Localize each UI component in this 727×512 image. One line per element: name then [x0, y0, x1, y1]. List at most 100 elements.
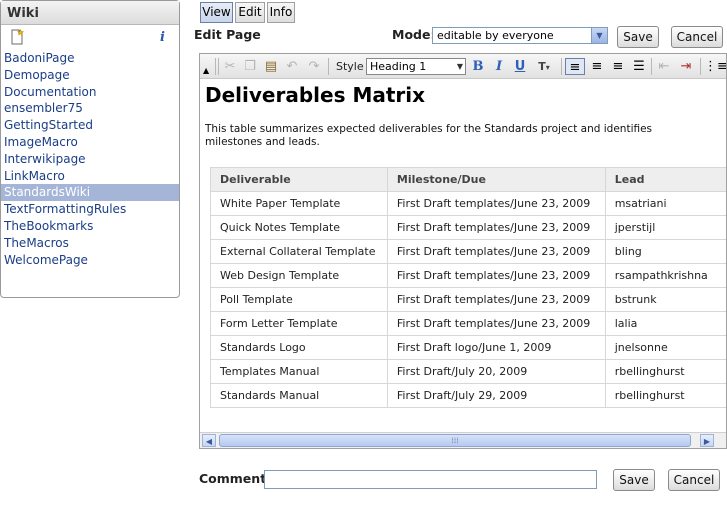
deliverables-table: Deliverable Milestone/Due Lead White Pap… — [210, 167, 726, 408]
table-cell: rsampathkrishna — [604, 263, 726, 288]
scrollbar-thumb[interactable]: ⁞⁞⁞ — [219, 434, 691, 447]
table-cell: First Draft templates/June 23, 2009 — [386, 191, 606, 216]
copy-icon[interactable]: ❐ — [242, 58, 258, 75]
align-left-icon[interactable]: ≡ — [565, 58, 585, 75]
wiki-sidebar: Wiki i BadoniPage Demopage Documentation en… — [0, 0, 180, 298]
sidebar-item-interwikipage[interactable]: Interwikipage — [1, 151, 179, 168]
style-selected-value: Heading 1 — [370, 60, 427, 73]
table-cell: White Paper Template — [210, 191, 388, 216]
document-intro: This table summarizes expected deliverab… — [205, 123, 653, 148]
table-cell: External Collateral Template — [210, 239, 388, 264]
table-header: Lead — [604, 167, 726, 192]
bold-icon[interactable]: B — [470, 58, 486, 75]
comment-input[interactable] — [264, 470, 597, 489]
table-cell: First Draft templates/June 23, 2009 — [386, 311, 606, 336]
list-icon[interactable]: ⋮≡ — [704, 58, 726, 75]
table-cell: Templates Manual — [210, 359, 388, 384]
sidebar-tools: i — [1, 25, 179, 47]
tab-edit[interactable]: Edit — [235, 2, 265, 23]
table-cell: lalia — [604, 311, 726, 336]
table-row: Standards Manual First Draft/July 29, 200… — [210, 383, 726, 408]
table-cell: First Draft/July 20, 2009 — [386, 359, 606, 384]
cancel-button[interactable]: Cancel — [668, 469, 720, 491]
tab-view[interactable]: View — [200, 2, 233, 23]
underline-icon[interactable]: U — [512, 58, 528, 75]
table-header: Milestone/Due — [386, 167, 606, 192]
table-row: Quick Notes Template First Draft template… — [210, 215, 726, 240]
table-cell: Standards Manual — [210, 383, 388, 408]
collapse-toolbar-icon[interactable]: ▲ — [203, 62, 209, 79]
mode-selected-value: editable by everyone — [437, 29, 554, 42]
sidebar-item-thebookmarks[interactable]: TheBookmarks — [1, 218, 179, 235]
style-label: Style — [336, 60, 364, 73]
table-cell: rbellinghurst — [604, 359, 726, 384]
table-cell: msatriani — [604, 191, 726, 216]
table-cell: rbellinghurst — [604, 383, 726, 408]
table-cell: First Draft templates/June 23, 2009 — [386, 263, 606, 288]
indent-icon[interactable]: ⇥ — [677, 58, 695, 75]
save-button-top[interactable]: Save — [617, 26, 659, 48]
table-cell: First Draft templates/June 23, 2009 — [386, 287, 606, 312]
tab-info[interactable]: Info — [267, 2, 295, 23]
chevron-down-icon[interactable]: ▼ — [457, 59, 463, 74]
table-row: Poll Template First Draft templates/June … — [210, 287, 726, 312]
table-row: White Paper Template First Draft template… — [210, 191, 726, 216]
table-cell: First Draft templates/June 23, 2009 — [386, 215, 606, 240]
align-right-icon[interactable]: ≡ — [610, 58, 626, 75]
cut-icon[interactable]: ✂ — [222, 58, 238, 75]
table-cell: Web Design Template — [210, 263, 388, 288]
redo-icon[interactable]: ↷ — [306, 58, 322, 75]
table-cell: Quick Notes Template — [210, 215, 388, 240]
sidebar-title: Wiki — [1, 1, 179, 25]
info-icon[interactable]: i — [160, 30, 165, 45]
sidebar-item-ensembler75[interactable]: ensembler75 — [1, 100, 179, 117]
table-header: Deliverable — [210, 167, 388, 192]
new-page-icon[interactable] — [9, 29, 25, 45]
sidebar-item-badonipage[interactable]: BadoniPage — [1, 50, 179, 67]
mode-select[interactable]: editable by everyone ▼ — [432, 27, 608, 44]
sidebar-item-demopage[interactable]: Demopage — [1, 67, 179, 84]
rich-text-editor[interactable]: ▲ ✂ ❐ ▤ ↶ ↷ Style Heading 1 ▼ B I U T▾ ≡… — [199, 53, 727, 449]
document-heading: Deliverables Matrix — [205, 83, 426, 107]
editor-content[interactable]: Deliverables Matrix This table summarize… — [200, 80, 726, 430]
table-cell: Form Letter Template — [210, 311, 388, 336]
sidebar-item-textformattingrules[interactable]: TextFormattingRules — [1, 201, 179, 218]
save-button[interactable]: Save — [613, 469, 655, 491]
table-cell: jperstijl — [604, 215, 726, 240]
sidebar-item-imagemacro[interactable]: ImageMacro — [1, 134, 179, 151]
sidebar-item-gettingstarted[interactable]: GettingStarted — [1, 117, 179, 134]
chevron-down-icon[interactable]: ▼ — [591, 28, 607, 43]
table-cell: Standards Logo — [210, 335, 388, 360]
table-row: Templates Manual First Draft/July 20, 200… — [210, 359, 726, 384]
sidebar-item-documentation[interactable]: Documentation — [1, 84, 179, 101]
outdent-icon[interactable]: ⇤ — [655, 58, 673, 75]
sidebar-item-themacros[interactable]: TheMacros — [1, 235, 179, 252]
table-cell: First Draft logo/June 1, 2009 — [386, 335, 606, 360]
italic-icon[interactable]: I — [491, 58, 507, 75]
paste-icon[interactable]: ▤ — [263, 58, 279, 75]
editor-toolbar: ▲ ✂ ❐ ▤ ↶ ↷ Style Heading 1 ▼ B I U T▾ ≡… — [200, 54, 726, 79]
wiki-page-list: BadoniPage Demopage Documentation ensembler… — [1, 50, 179, 268]
sidebar-item-standardswiki[interactable]: StandardsWiki — [1, 184, 179, 202]
style-select[interactable]: Heading 1 ▼ — [366, 58, 466, 75]
sidebar-item-linkmacro[interactable]: LinkMacro — [1, 168, 179, 185]
table-cell: bstrunk — [604, 287, 726, 312]
table-cell: Poll Template — [210, 287, 388, 312]
table-header-row: Deliverable Milestone/Due Lead — [210, 167, 726, 192]
horizontal-scrollbar[interactable]: ◀ ⁞⁞⁞ ▶ — [200, 432, 726, 448]
sidebar-item-welcomepage[interactable]: WelcomePage — [1, 252, 179, 269]
undo-icon[interactable]: ↶ — [284, 58, 300, 75]
comment-label: Comment: — [199, 471, 272, 486]
table-cell: bling — [604, 239, 726, 264]
table-row: External Collateral Template First Draft … — [210, 239, 726, 264]
scroll-right-icon[interactable]: ▶ — [700, 434, 714, 447]
table-row: Web Design Template First Draft templates… — [210, 263, 726, 288]
scroll-left-icon[interactable]: ◀ — [202, 434, 216, 447]
table-cell: First Draft/July 29, 2009 — [386, 383, 606, 408]
align-center-icon[interactable]: ≡ — [589, 58, 605, 75]
justify-icon[interactable]: ☰ — [631, 58, 647, 75]
table-cell: First Draft templates/June 23, 2009 — [386, 239, 606, 264]
table-cell: jnelsonne — [604, 335, 726, 360]
cancel-button-top[interactable]: Cancel — [671, 26, 723, 48]
text-color-icon[interactable]: T▾ — [533, 58, 555, 75]
